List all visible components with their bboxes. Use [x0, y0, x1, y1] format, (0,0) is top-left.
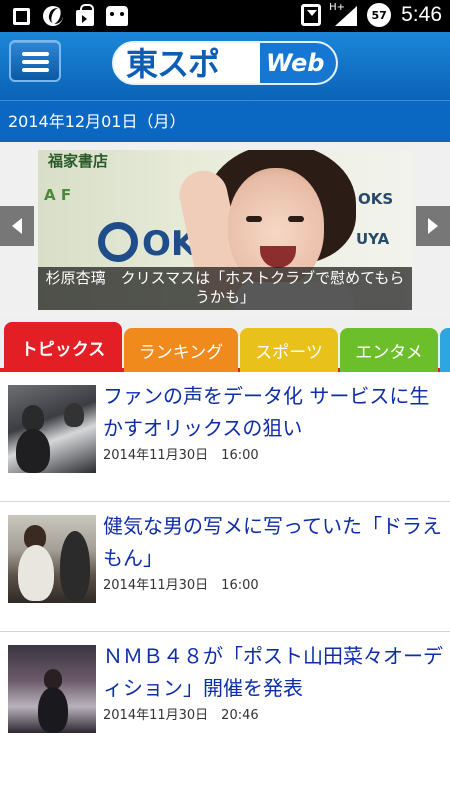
- news-timestamp: 2014年11月30日 20:46: [103, 708, 259, 723]
- news-timestamp: 2014年11月30日 16:00: [103, 448, 259, 463]
- notification-square-icon: [10, 5, 32, 27]
- hamburger-menu-icon[interactable]: [9, 40, 61, 82]
- news-timestamp: 2014年11月30日 16:00: [103, 578, 259, 593]
- news-thumbnail: [8, 645, 96, 733]
- logo-text: 東スポ: [126, 45, 220, 83]
- tab-more[interactable]: [440, 328, 450, 372]
- date-bar: 2014年12月01日（月）: [0, 100, 450, 142]
- news-headline[interactable]: 健気な男の写メに写っていた「ドラえもん」: [103, 510, 443, 574]
- status-time: 5:46: [401, 3, 442, 26]
- chevron-left-icon[interactable]: [0, 206, 34, 246]
- sync-circle-icon: [42, 5, 64, 27]
- list-item[interactable]: 健気な男の写メに写っていた「ドラえもん」 2014年11月30日 16:00: [0, 502, 450, 632]
- tab-entertainment[interactable]: エンタメ: [340, 328, 438, 372]
- category-tabs: トピックス ランキング スポーツ エンタメ: [0, 316, 450, 372]
- tab-topics[interactable]: トピックス: [4, 322, 122, 372]
- news-thumbnail: [8, 515, 96, 603]
- featured-carousel: 福家書店 A F OK OKS UYA 杉原杏璃 クリスマスは「ホストクラブで慰…: [0, 142, 450, 316]
- featured-photo[interactable]: 福家書店 A F OK OKS UYA 杉原杏璃 クリスマスは「ホストクラブで慰…: [38, 150, 412, 310]
- network-type: H+: [329, 2, 346, 13]
- logo-suffix: Web: [260, 43, 336, 83]
- tab-sports[interactable]: スポーツ: [240, 328, 338, 372]
- list-item[interactable]: ファンの声をデータ化 サービスに生かすオリックスの狙い 2014年11月30日 …: [0, 372, 450, 502]
- list-item[interactable]: ＮＭＢ４８が「ポスト山田菜々オーディション」開催を発表 2014年11月30日 …: [0, 632, 450, 762]
- news-headline[interactable]: ＮＭＢ４８が「ポスト山田菜々オーディション」開催を発表: [103, 640, 443, 704]
- battery-saver-icon: [301, 4, 322, 26]
- site-logo[interactable]: 東スポ Web: [112, 41, 338, 85]
- status-bar: H+ 57 5:46: [0, 0, 450, 32]
- chevron-right-icon[interactable]: [416, 206, 450, 246]
- carousel-caption[interactable]: 杉原杏璃 クリスマスは「ホストクラブで慰めてもらうかも」: [38, 267, 412, 310]
- current-date: 2014年12月01日（月）: [8, 112, 186, 131]
- signal-icon: H+: [329, 2, 358, 26]
- android-bot-icon: [106, 5, 128, 27]
- tab-ranking[interactable]: ランキング: [124, 328, 238, 372]
- battery-icon: 57: [367, 3, 392, 27]
- news-thumbnail: [8, 385, 96, 473]
- news-headline[interactable]: ファンの声をデータ化 サービスに生かすオリックスの狙い: [103, 380, 443, 444]
- app-header: 東スポ Web: [0, 32, 450, 100]
- shopping-bag-icon: [74, 4, 96, 27]
